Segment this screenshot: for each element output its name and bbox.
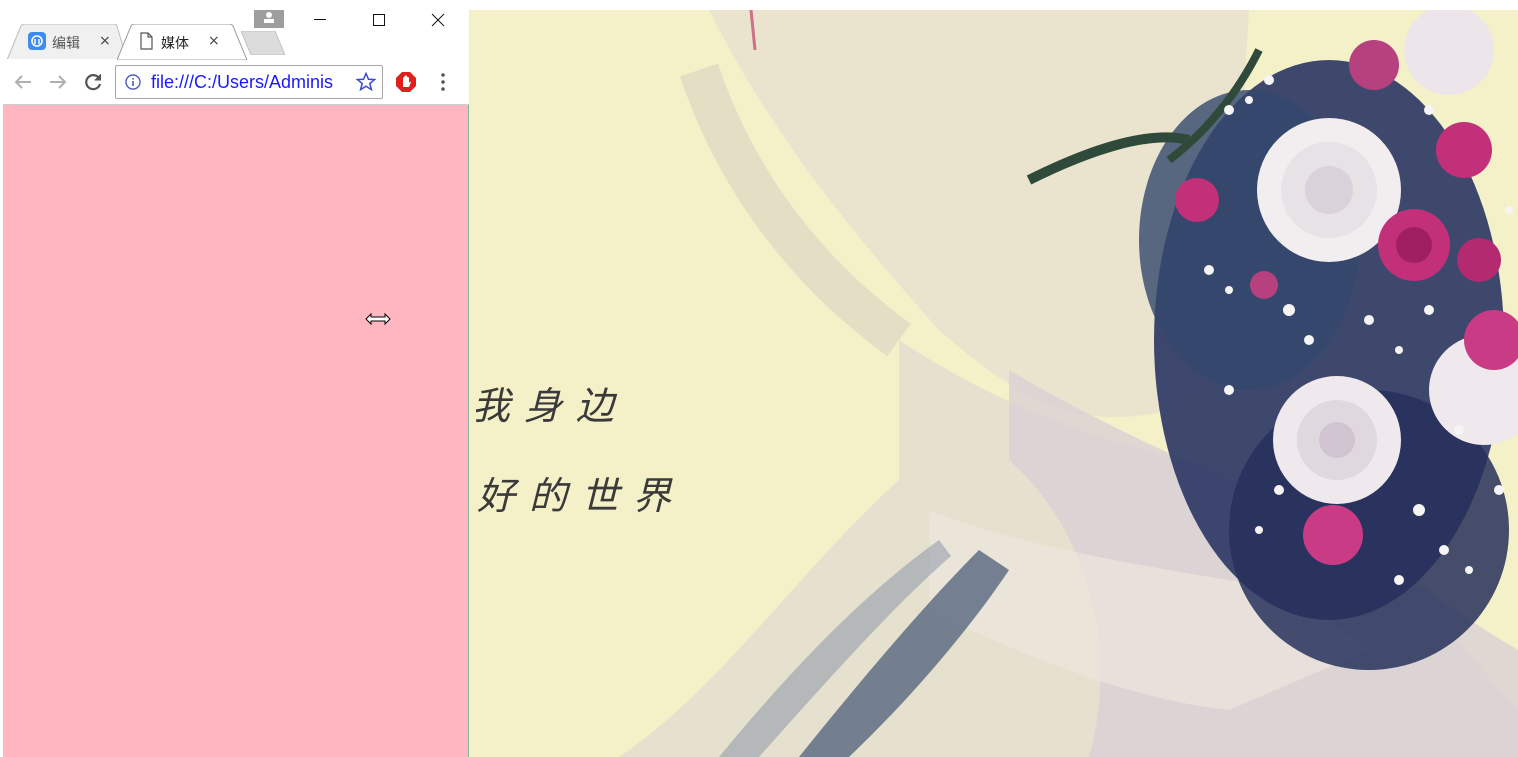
tab-strip: 编辑 × 媒体 × bbox=[3, 10, 469, 60]
close-window-button[interactable] bbox=[414, 10, 460, 32]
minimize-button[interactable] bbox=[297, 10, 343, 32]
reload-icon[interactable] bbox=[81, 70, 105, 94]
caption-line-1: 我身边 bbox=[472, 384, 629, 428]
background-photo: 我身边 好的世界 bbox=[469, 10, 1518, 757]
tab-close-button[interactable]: × bbox=[99, 32, 111, 50]
adblock-extension-icon[interactable] bbox=[395, 71, 417, 93]
tab-editor[interactable]: 编辑 × bbox=[7, 24, 127, 60]
baidu-icon bbox=[28, 32, 46, 50]
tab-media[interactable]: 媒体 × bbox=[117, 24, 247, 60]
tab-title: 媒体 bbox=[161, 36, 189, 52]
back-arrow-icon[interactable] bbox=[11, 70, 35, 94]
new-tab-button[interactable] bbox=[240, 30, 286, 56]
browser-toolbar: file:///C:/Users/Adminis bbox=[3, 59, 469, 105]
bookmark-star-icon[interactable] bbox=[355, 71, 377, 92]
address-bar[interactable]: file:///C:/Users/Adminis bbox=[115, 65, 383, 99]
tab-close-button[interactable]: × bbox=[208, 32, 220, 50]
resize-cursor-icon bbox=[365, 311, 391, 326]
info-icon[interactable] bbox=[125, 74, 141, 90]
profile-icon[interactable] bbox=[254, 10, 284, 28]
menu-dots-icon[interactable] bbox=[437, 71, 449, 93]
page-viewport bbox=[3, 105, 468, 757]
page-icon bbox=[137, 32, 155, 50]
maximize-button[interactable] bbox=[356, 10, 402, 32]
caption-line-2: 好的世界 bbox=[477, 474, 686, 518]
tab-title: 编辑 bbox=[52, 36, 80, 52]
browser-window: 编辑 × 媒体 × file:///C:/Users/Adminis bbox=[3, 10, 469, 757]
url-text[interactable]: file:///C:/Users/Adminis bbox=[151, 72, 349, 93]
forward-arrow-icon[interactable] bbox=[46, 70, 70, 94]
